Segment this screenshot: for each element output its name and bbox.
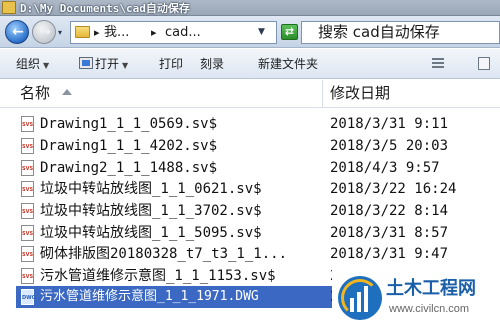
file-date: 2018/3/31 8:57 [330, 225, 449, 241]
dwg-file-icon [21, 289, 34, 305]
file-name: 垃圾中转站放线图_1_1_5095.sv$ [40, 225, 262, 241]
print-button[interactable]: 打印 [159, 56, 183, 72]
file-row[interactable]: 砌体排版图20180328_t7_t3_1_1... 2018/3/31 9:4… [0, 243, 500, 265]
refresh-button[interactable]: ⇄ [281, 24, 298, 40]
file-row[interactable]: 垃圾中转站放线图_1_1_3702.sv$ 2018/3/22 8:14 [0, 200, 500, 222]
watermark-logo-icon [338, 276, 382, 320]
back-button[interactable]: ← [5, 20, 29, 44]
window-title: D:\My Documents\cad自动保存 [20, 2, 190, 15]
chevron-down-icon[interactable]: ▼ [258, 27, 265, 37]
file-row[interactable]: 垃圾中转站放线图_1_1_5095.sv$ 2018/3/31 8:57 [0, 222, 500, 244]
file-date: 2018/4/3 9:57 [330, 160, 440, 176]
open-label: 打开 [95, 57, 120, 71]
file-date: 2018/3/22 16:24 [330, 181, 457, 197]
chevron-down-icon: ▼ [122, 61, 129, 70]
column-divider[interactable] [322, 80, 323, 108]
search-placeholder: 搜索 cad自动保存 [318, 23, 440, 41]
chevron-down-icon: ▼ [43, 61, 50, 70]
arrow-right-icon: → [39, 24, 51, 40]
file-row[interactable]: Drawing2_1_1_1488.sv$ 2018/4/3 9:57 [0, 157, 500, 179]
arrow-left-icon: ← [12, 24, 24, 40]
file-name: Drawing1_1_1_4202.sv$ [40, 138, 218, 154]
new-folder-button[interactable]: 新建文件夹 [258, 56, 318, 72]
watermark-title: 土木工程网 [386, 278, 476, 299]
file-name: Drawing2_1_1_1488.sv$ [40, 160, 218, 176]
watermark-url: www.civilcn.com [389, 303, 470, 315]
svs-file-icon [21, 181, 34, 197]
column-header: 名称 修改日期 [0, 80, 500, 108]
svs-file-icon [21, 246, 34, 262]
title-bar: D:\My Documents\cad自动保存 [0, 0, 500, 16]
svs-file-icon [21, 203, 34, 219]
organize-menu[interactable]: 组织 ▼ [16, 56, 49, 74]
file-name: 砌体排版图20180328_t7_t3_1_1... [40, 246, 288, 262]
refresh-icon: ⇄ [284, 25, 295, 38]
file-row[interactable]: Drawing1_1_1_4202.sv$ 2018/3/5 20:03 [0, 135, 500, 157]
file-date: 2018/3/5 20:03 [330, 138, 449, 154]
chevron-right-icon[interactable]: ▸ [151, 23, 157, 42]
folder-icon [75, 26, 90, 38]
file-date: 2018/3/31 9:47 [330, 246, 449, 262]
history-dropdown-icon[interactable]: ▾ [58, 28, 67, 37]
breadcrumb-item[interactable]: 我... [104, 23, 129, 42]
open-icon [79, 57, 93, 69]
folder-icon [2, 1, 16, 14]
command-bar [0, 49, 500, 79]
svs-file-icon [21, 138, 34, 154]
svs-file-icon [21, 225, 34, 241]
name-column-header[interactable]: 名称 [20, 82, 50, 104]
address-bar[interactable]: ▸ 我... ▸ cad... [70, 21, 277, 44]
file-name: 垃圾中转站放线图_1_1_3702.sv$ [40, 203, 262, 219]
file-name: 污水管道维修示意图_1_1_1153.sv$ [40, 268, 276, 284]
svs-file-icon [21, 160, 34, 176]
organize-label: 组织 [16, 57, 41, 71]
file-name: Drawing1_1_1_0569.sv$ [40, 116, 218, 132]
view-options-icon[interactable] [432, 58, 444, 69]
file-name: 污水管道维修示意图_1_1_1971.DWG [40, 289, 259, 304]
file-date: 2018/3/31 9:11 [330, 116, 449, 132]
svs-file-icon [21, 268, 34, 284]
search-input[interactable]: 搜索 cad自动保存 [301, 21, 500, 44]
file-row[interactable]: Drawing1_1_1_0569.sv$ 2018/3/31 9:11 [0, 113, 500, 135]
file-name: 垃圾中转站放线图_1_1_0621.sv$ [40, 181, 262, 197]
breadcrumb-item[interactable]: cad... [165, 23, 201, 42]
forward-button[interactable]: → [32, 20, 56, 44]
file-row[interactable]: 垃圾中转站放线图_1_1_0621.sv$ 2018/3/22 16:24 [0, 178, 500, 200]
preview-pane-icon[interactable] [478, 57, 490, 70]
date-modified-column-header[interactable]: 修改日期 [330, 82, 390, 104]
file-date: 2018/3/22 8:14 [330, 203, 449, 219]
svs-file-icon [21, 116, 34, 132]
chevron-right-icon[interactable]: ▸ [94, 23, 100, 42]
sort-ascending-icon [62, 89, 72, 95]
open-button[interactable]: 打开 ▼ [95, 56, 128, 74]
burn-button[interactable]: 刻录 [200, 56, 224, 72]
